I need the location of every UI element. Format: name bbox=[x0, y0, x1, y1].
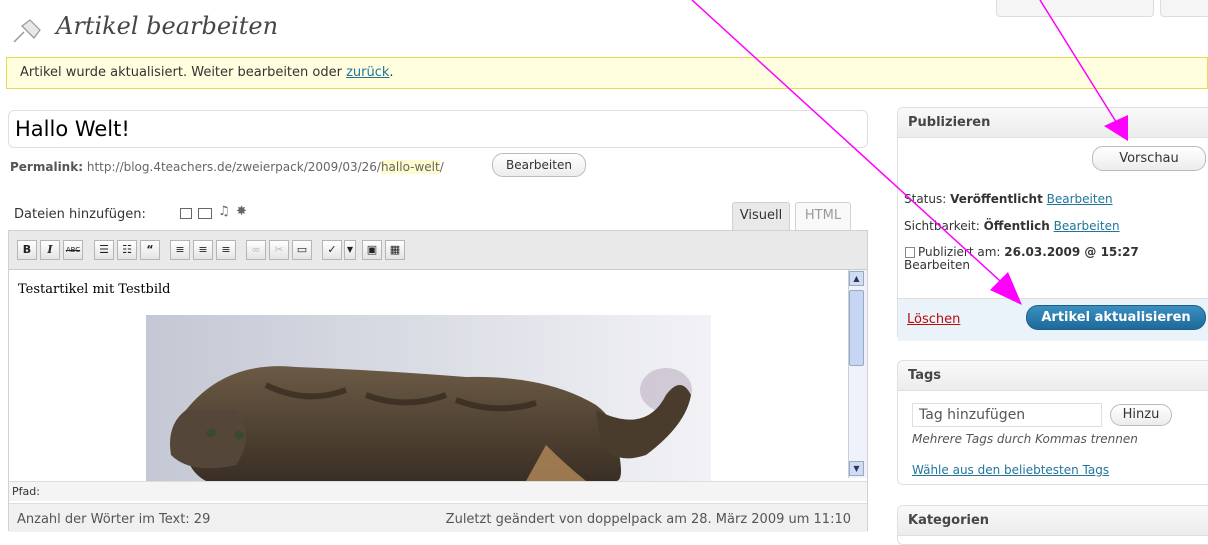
categories-heading[interactable]: Kategorien bbox=[898, 506, 1208, 536]
visibility-edit-link[interactable]: Bearbeiten bbox=[1054, 219, 1120, 233]
add-tag-button[interactable]: Hinzu bbox=[1110, 404, 1172, 426]
fullscreen-icon[interactable]: ▣ bbox=[362, 240, 382, 260]
last-modified: Zuletzt geändert von doppelpack am 28. M… bbox=[445, 512, 851, 527]
popular-tags-link[interactable]: Wähle aus den beliebtesten Tags bbox=[912, 463, 1109, 477]
page-title: Artikel bearbeiten bbox=[56, 12, 279, 40]
update-notice: Artikel wurde aktualisiert. Weiter bearb… bbox=[6, 57, 1208, 89]
status-edit-link[interactable]: Bearbeiten bbox=[1047, 192, 1113, 206]
update-button[interactable]: Artikel aktualisieren bbox=[1026, 305, 1206, 330]
published-label: Publiziert am: bbox=[918, 245, 1005, 259]
path-bar: Pfad: bbox=[9, 481, 867, 501]
permalink-slug[interactable]: hallo-welt bbox=[380, 160, 440, 174]
tab-visual[interactable]: Visuell bbox=[732, 202, 790, 230]
permalink-label: Permalink: bbox=[10, 160, 84, 174]
align-left-icon[interactable]: ≡ bbox=[170, 240, 190, 260]
bold-button[interactable]: B bbox=[17, 240, 37, 260]
editor-content-text[interactable]: Testartikel mit Testbild bbox=[18, 282, 171, 297]
help-tab[interactable] bbox=[1160, 0, 1208, 17]
visibility-label: Sichtbarkeit: bbox=[904, 219, 984, 233]
visibility-row: Sichtbarkeit: Öffentlich Bearbeiten bbox=[904, 219, 1120, 233]
cat-image[interactable] bbox=[146, 315, 711, 481]
published-value: 26.03.2009 @ 15:27 bbox=[1004, 245, 1139, 259]
tags-heading[interactable]: Tags bbox=[898, 361, 1208, 391]
notice-text: Artikel wurde aktualisiert. Weiter bearb… bbox=[20, 65, 347, 80]
kitchen-sink-icon[interactable]: ▦ bbox=[385, 240, 405, 260]
status-value: Veröffentlicht bbox=[950, 192, 1043, 206]
status-row: Status: Veröffentlicht Bearbeiten bbox=[904, 192, 1113, 206]
published-row: Publiziert am: 26.03.2009 @ 15:27 bbox=[918, 245, 1139, 259]
add-media-icon[interactable]: ✸ bbox=[236, 204, 247, 219]
media-label: Dateien hinzufügen: bbox=[14, 207, 146, 222]
unlink-icon[interactable]: ✂ bbox=[269, 240, 289, 260]
spellcheck-dropdown-icon[interactable]: ▼ bbox=[344, 240, 356, 260]
published-edit-link[interactable]: Bearbeiten bbox=[904, 258, 970, 272]
italic-button[interactable]: I bbox=[40, 240, 60, 260]
blockquote-icon[interactable]: “ bbox=[140, 240, 160, 260]
align-right-icon[interactable]: ≡ bbox=[216, 240, 236, 260]
preview-button[interactable]: Vorschau bbox=[1092, 146, 1206, 171]
permalink-row: Permalink: http://blog.4teachers.de/zwei… bbox=[10, 160, 444, 174]
calendar-icon bbox=[905, 247, 915, 258]
editor-toolbar bbox=[9, 231, 867, 270]
permalink-trailing: / bbox=[439, 160, 444, 174]
categories-box: Kategorien bbox=[897, 505, 1208, 545]
tag-hint: Mehrere Tags durch Kommas trennen bbox=[912, 432, 1138, 446]
insert-more-icon[interactable]: ▭ bbox=[292, 240, 312, 260]
back-link[interactable]: zurück bbox=[346, 65, 389, 80]
add-video-icon[interactable] bbox=[198, 208, 212, 219]
add-audio-icon[interactable]: ♫ bbox=[218, 204, 230, 219]
numbered-list-icon[interactable]: ☷ bbox=[117, 240, 137, 260]
link-icon[interactable]: ∞ bbox=[246, 240, 266, 260]
visibility-value: Öffentlich bbox=[983, 219, 1050, 233]
bullet-list-icon[interactable]: ☰ bbox=[94, 240, 114, 260]
editor-status-bar: Anzahl der Wörter im Text: 29 Zuletzt ge… bbox=[9, 503, 867, 532]
tag-input[interactable]: Tag hinzufügen bbox=[912, 403, 1102, 427]
screen-options-tab[interactable] bbox=[996, 0, 1154, 17]
spellcheck-icon[interactable]: ✓ bbox=[322, 240, 342, 260]
scroll-up-icon[interactable]: ▲ bbox=[849, 271, 864, 286]
status-label: Status: bbox=[904, 192, 951, 206]
delete-link[interactable]: Löschen bbox=[907, 312, 960, 327]
add-image-icon[interactable] bbox=[180, 208, 192, 219]
permalink-edit-button[interactable]: Bearbeiten bbox=[492, 153, 586, 177]
notice-suffix: . bbox=[389, 65, 394, 80]
post-title-input[interactable]: Hallo Welt! bbox=[8, 110, 868, 148]
strikethrough-button[interactable]: ABC bbox=[63, 240, 83, 260]
word-count: Anzahl der Wörter im Text: 29 bbox=[17, 512, 211, 527]
pushpin-icon bbox=[13, 19, 41, 43]
scrollbar-thumb[interactable] bbox=[849, 290, 864, 366]
scroll-down-icon[interactable]: ▼ bbox=[849, 461, 864, 476]
permalink-base: http://blog.4teachers.de/zweierpack/2009… bbox=[86, 160, 381, 174]
publish-heading[interactable]: Publizieren bbox=[898, 108, 1208, 138]
align-center-icon[interactable]: ≡ bbox=[193, 240, 213, 260]
tab-html[interactable]: HTML bbox=[795, 202, 851, 230]
